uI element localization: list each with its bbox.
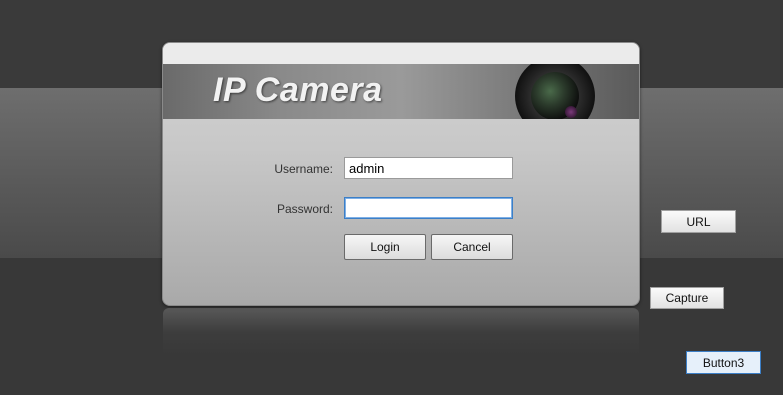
banner-title: IP Camera	[213, 71, 383, 109]
dialog-top-strip	[163, 43, 639, 64]
password-label: Password:	[276, 202, 333, 216]
login-button[interactable]: Login	[344, 234, 426, 260]
password-input[interactable]	[344, 197, 513, 219]
login-dialog: IP Camera Username: Password: Login Canc…	[162, 42, 640, 306]
url-button[interactable]: URL	[661, 210, 736, 233]
ip-camera-banner: IP Camera	[163, 64, 639, 119]
cancel-button[interactable]: Cancel	[431, 234, 513, 260]
username-label: Username:	[274, 162, 333, 176]
username-input[interactable]	[344, 157, 513, 179]
capture-button[interactable]: Capture	[650, 287, 724, 309]
dialog-reflection	[163, 308, 639, 356]
camera-lens-icon	[515, 64, 595, 119]
button3[interactable]: Button3	[686, 351, 761, 374]
